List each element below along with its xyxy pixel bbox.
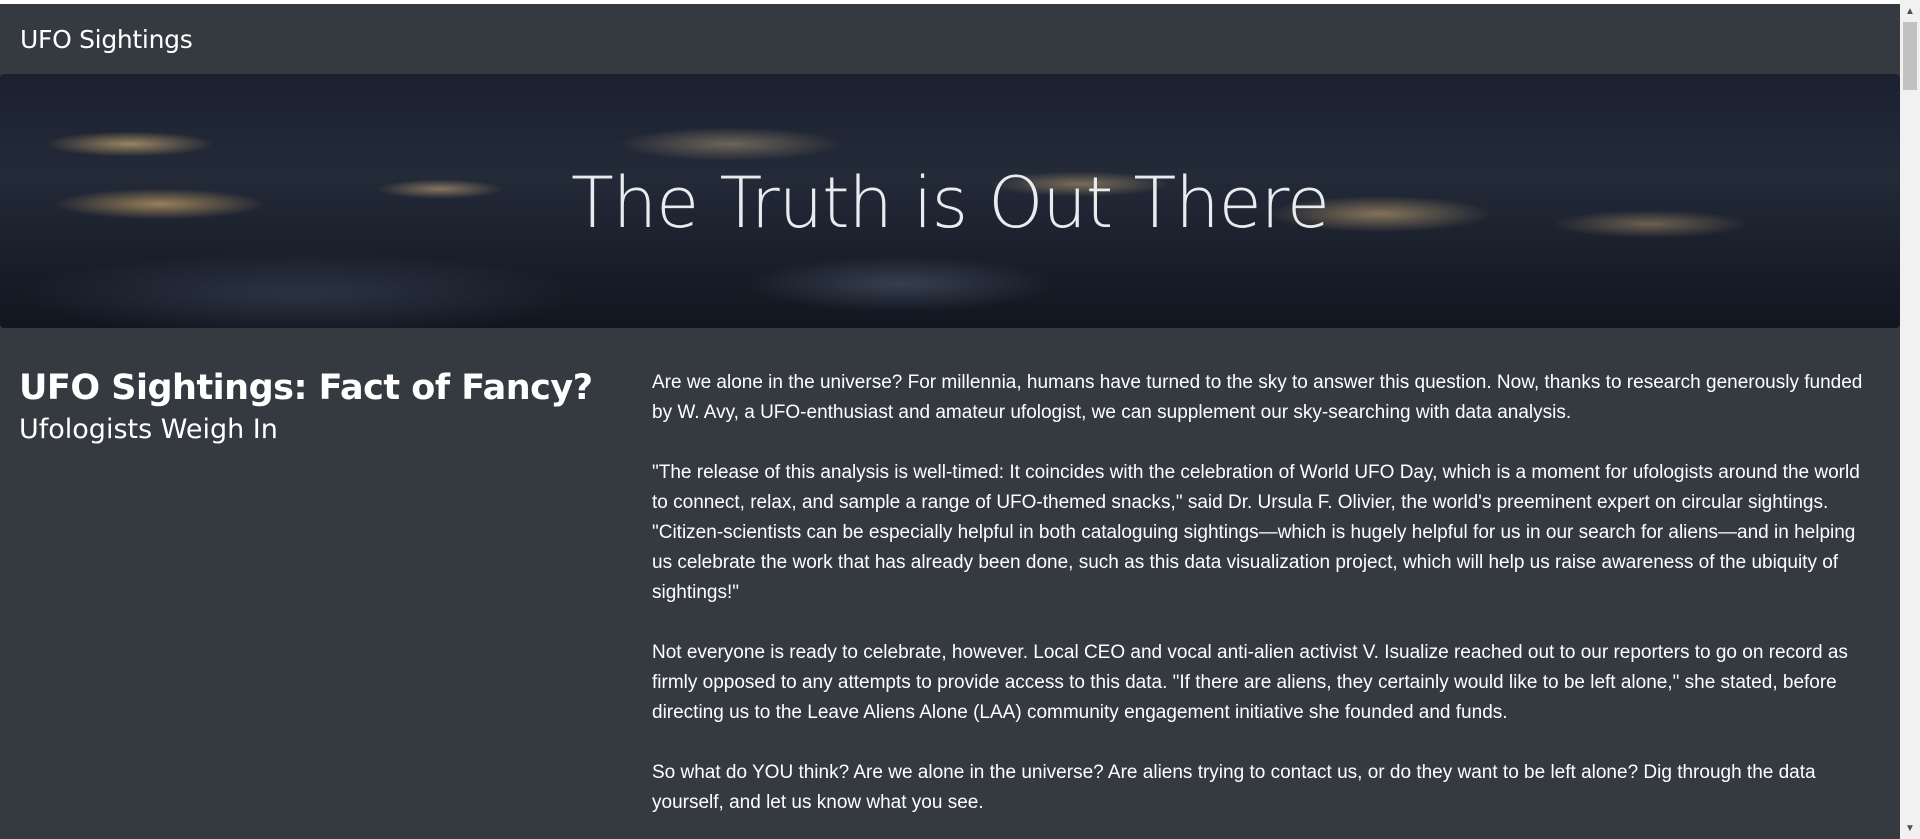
article-paragraph: "The release of this analysis is well-ti… — [652, 462, 1860, 603]
article-subtitle: Ufologists Weigh In — [19, 414, 278, 445]
navbar: UFO Sightings — [0, 4, 1900, 74]
article-paragraph: So what do YOU think? Are we alone in th… — [652, 762, 1816, 813]
scroll-down-icon[interactable]: ▼ — [1900, 819, 1920, 837]
article-title: UFO Sightings: Fact of Fancy? — [19, 368, 593, 408]
scroll-up-icon[interactable]: ▲ — [1900, 2, 1920, 20]
article-section: UFO Sightings: Fact of Fancy? Ufologists… — [0, 328, 1900, 839]
article-paragraph: Not everyone is ready to celebrate, howe… — [652, 642, 1848, 723]
page: UFO Sightings The Truth is Out There UFO… — [0, 4, 1900, 839]
hero-banner: The Truth is Out There — [0, 74, 1900, 328]
scrollbar-thumb[interactable] — [1903, 22, 1917, 90]
article-body: Are we alone in the universe? For millen… — [632, 368, 1872, 839]
article-paragraph: Are we alone in the universe? For millen… — [652, 372, 1863, 423]
navbar-brand-link[interactable]: UFO Sightings — [20, 25, 193, 54]
article-heading-column: UFO Sightings: Fact of Fancy? Ufologists… — [0, 368, 632, 839]
hero-title: The Truth is Out There — [571, 162, 1330, 244]
vertical-scrollbar[interactable]: ▲ ▼ — [1900, 0, 1920, 839]
